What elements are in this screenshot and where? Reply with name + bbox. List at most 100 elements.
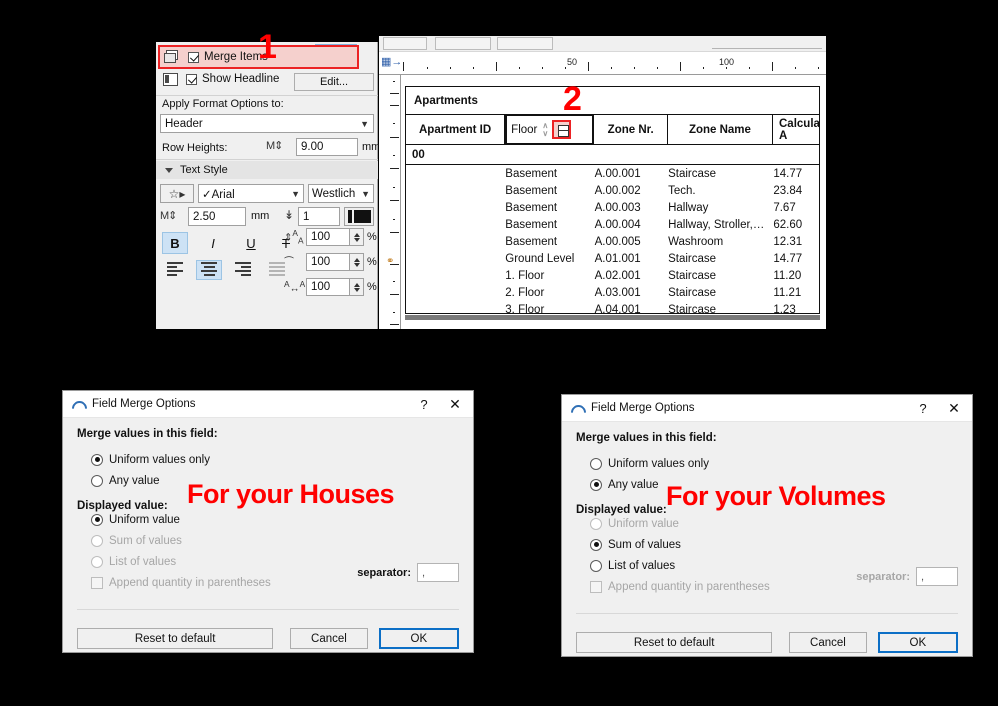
radio-indicator[interactable] [590,538,602,551]
cell-zone-name[interactable]: Staircase [668,168,773,180]
favorite-star-button[interactable]: ☆▸ [160,184,194,203]
font-family-select[interactable]: ✓Arial ▼ [198,184,304,203]
cell-zone-name[interactable]: Staircase [668,270,773,282]
width-factor-stepper[interactable] [350,253,364,271]
radio-indicator[interactable] [91,453,103,466]
ok-button[interactable]: OK [877,632,959,653]
table-row[interactable]: 3. Floor A.04.001 Staircase 1.23 [406,301,819,314]
text-style-section-header[interactable]: Text Style [156,161,378,179]
radio-indicator[interactable] [590,517,602,530]
italic-button[interactable]: I [200,232,226,254]
help-button[interactable]: ? [910,401,936,416]
cell-zone-name[interactable]: Hallway, Stroller,… [668,219,773,231]
merge-items-checkbox[interactable] [188,51,199,63]
cancel-button[interactable]: Cancel [290,628,368,649]
font-script-select[interactable]: Westlich ▼ [308,184,374,203]
table-row[interactable]: Basement A.00.003 Hallway 7.67 [406,199,819,216]
radio-indicator[interactable] [590,559,602,572]
checkbox-indicator[interactable] [91,576,103,589]
cell-floor[interactable]: Basement [505,185,594,197]
horizontal-ruler[interactable]: 50 100 [379,53,826,75]
cell-calculated-area[interactable]: 14.77 [773,168,819,180]
cell-calculated-area[interactable]: 1.23 [773,304,819,314]
cell-floor[interactable]: 1. Floor [505,270,594,282]
cell-zone-name[interactable]: Tech. [668,185,773,197]
bold-button[interactable]: B [162,232,188,254]
text-size-input[interactable]: 2.50 [188,207,246,226]
merge-cells-icon-button[interactable] [552,120,572,139]
close-icon[interactable]: ✕ [437,396,473,413]
cell-calculated-area[interactable]: 12.31 [773,236,819,248]
cell-zone-nr[interactable]: A.01.001 [595,253,668,265]
column-header-apartment-id[interactable]: Apartment ID [406,115,506,144]
separator-input[interactable]: , [916,567,958,586]
radio-indicator[interactable] [590,457,602,470]
dialog-titlebar[interactable]: Field Merge Options ? ✕ [562,395,972,422]
cell-zone-nr[interactable]: A.00.005 [595,236,668,248]
cell-floor[interactable]: Basement [505,202,594,214]
cell-zone-name[interactable]: Washroom [668,236,773,248]
radio-uniform-values-only[interactable]: Uniform values only [576,453,958,474]
cell-floor[interactable]: Basement [505,236,594,248]
radio-sum-of-values[interactable]: Sum of values [576,534,958,555]
align-center-button[interactable] [196,260,222,280]
show-headline-checkbox[interactable] [186,73,197,85]
toolbar-field[interactable] [712,48,822,49]
cell-zone-nr[interactable]: A.04.001 [595,304,668,314]
reset-to-default-button[interactable]: Reset to default [576,632,773,653]
separator-input[interactable]: , [417,563,459,582]
pen-color-swatch[interactable] [344,207,374,226]
radio-indicator[interactable] [91,534,103,547]
cell-zone-nr[interactable]: A.00.004 [595,219,668,231]
cell-calculated-area[interactable]: 14.77 [773,253,819,265]
radio-indicator[interactable] [590,478,602,491]
separator-control[interactable]: separator: , [856,567,958,586]
width-factor-control[interactable]: ⏜ 100 % [284,253,377,271]
column-header-floor[interactable]: Floor ∧ ∨ [505,114,595,145]
cell-floor[interactable]: Basement [505,168,594,180]
cell-calculated-area[interactable]: 62.60 [773,219,819,231]
show-headline-option-row[interactable]: Show Headline [162,72,279,86]
help-button[interactable]: ? [411,397,437,412]
edit-button[interactable]: Edit... [294,73,374,91]
width-factor-input[interactable]: 100 [306,253,350,271]
table-row[interactable]: Basement A.00.001 Staircase 14.77 [406,165,819,182]
cell-zone-nr[interactable]: A.00.002 [595,185,668,197]
cell-zone-name[interactable]: Staircase [668,304,773,314]
radio-uniform-values-only[interactable]: Uniform values only [77,449,459,470]
table-row[interactable]: 2. Floor A.03.001 Staircase 11.21 [406,284,819,301]
toolbar-button-3[interactable] [497,37,553,50]
cell-zone-name[interactable]: Staircase [668,287,773,299]
cell-zone-nr[interactable]: A.00.003 [595,202,668,214]
cell-zone-nr[interactable]: A.03.001 [595,287,668,299]
toolbar-button-1[interactable] [383,37,427,50]
table-row[interactable]: Basement A.00.004 Hallway, Stroller,… 62.60 [406,216,819,233]
apply-format-target-select[interactable]: Header ▼ [160,114,374,133]
line-spacing-stepper[interactable] [350,228,364,246]
cell-zone-nr[interactable]: A.00.001 [595,168,668,180]
pen-number-input[interactable]: 1 [298,207,340,226]
align-left-button[interactable] [162,260,188,280]
line-spacing-control[interactable]: ⇕AA 100 % [284,228,377,246]
separator-control[interactable]: separator: , [357,563,459,582]
line-spacing-input[interactable]: 100 [306,228,350,246]
cell-floor[interactable]: 2. Floor [505,287,594,299]
cancel-button[interactable]: Cancel [789,632,867,653]
ok-button[interactable]: OK [378,628,460,649]
char-spacing-input[interactable]: 100 [306,278,350,296]
checkbox-indicator[interactable] [590,580,602,593]
floor-column-stepper[interactable]: ∧ ∨ [542,121,548,138]
radio-uniform-value[interactable]: Uniform value [576,513,958,534]
cell-calculated-area[interactable]: 11.20 [773,270,819,282]
table-row[interactable]: Basement A.00.002 Tech. 23.84 [406,182,819,199]
table-row[interactable]: 1. Floor A.02.001 Staircase 11.20 [406,267,819,284]
cell-floor[interactable]: 3. Floor [505,304,594,314]
align-right-button[interactable] [230,260,256,280]
table-row[interactable]: Ground Level A.01.001 Staircase 14.77 [406,250,819,267]
cell-floor[interactable]: Ground Level [505,253,594,265]
radio-indicator[interactable] [91,474,103,487]
reset-to-default-button[interactable]: Reset to default [77,628,274,649]
char-spacing-stepper[interactable] [350,278,364,296]
cell-zone-name[interactable]: Staircase [668,253,773,265]
cell-zone-nr[interactable]: A.02.001 [595,270,668,282]
